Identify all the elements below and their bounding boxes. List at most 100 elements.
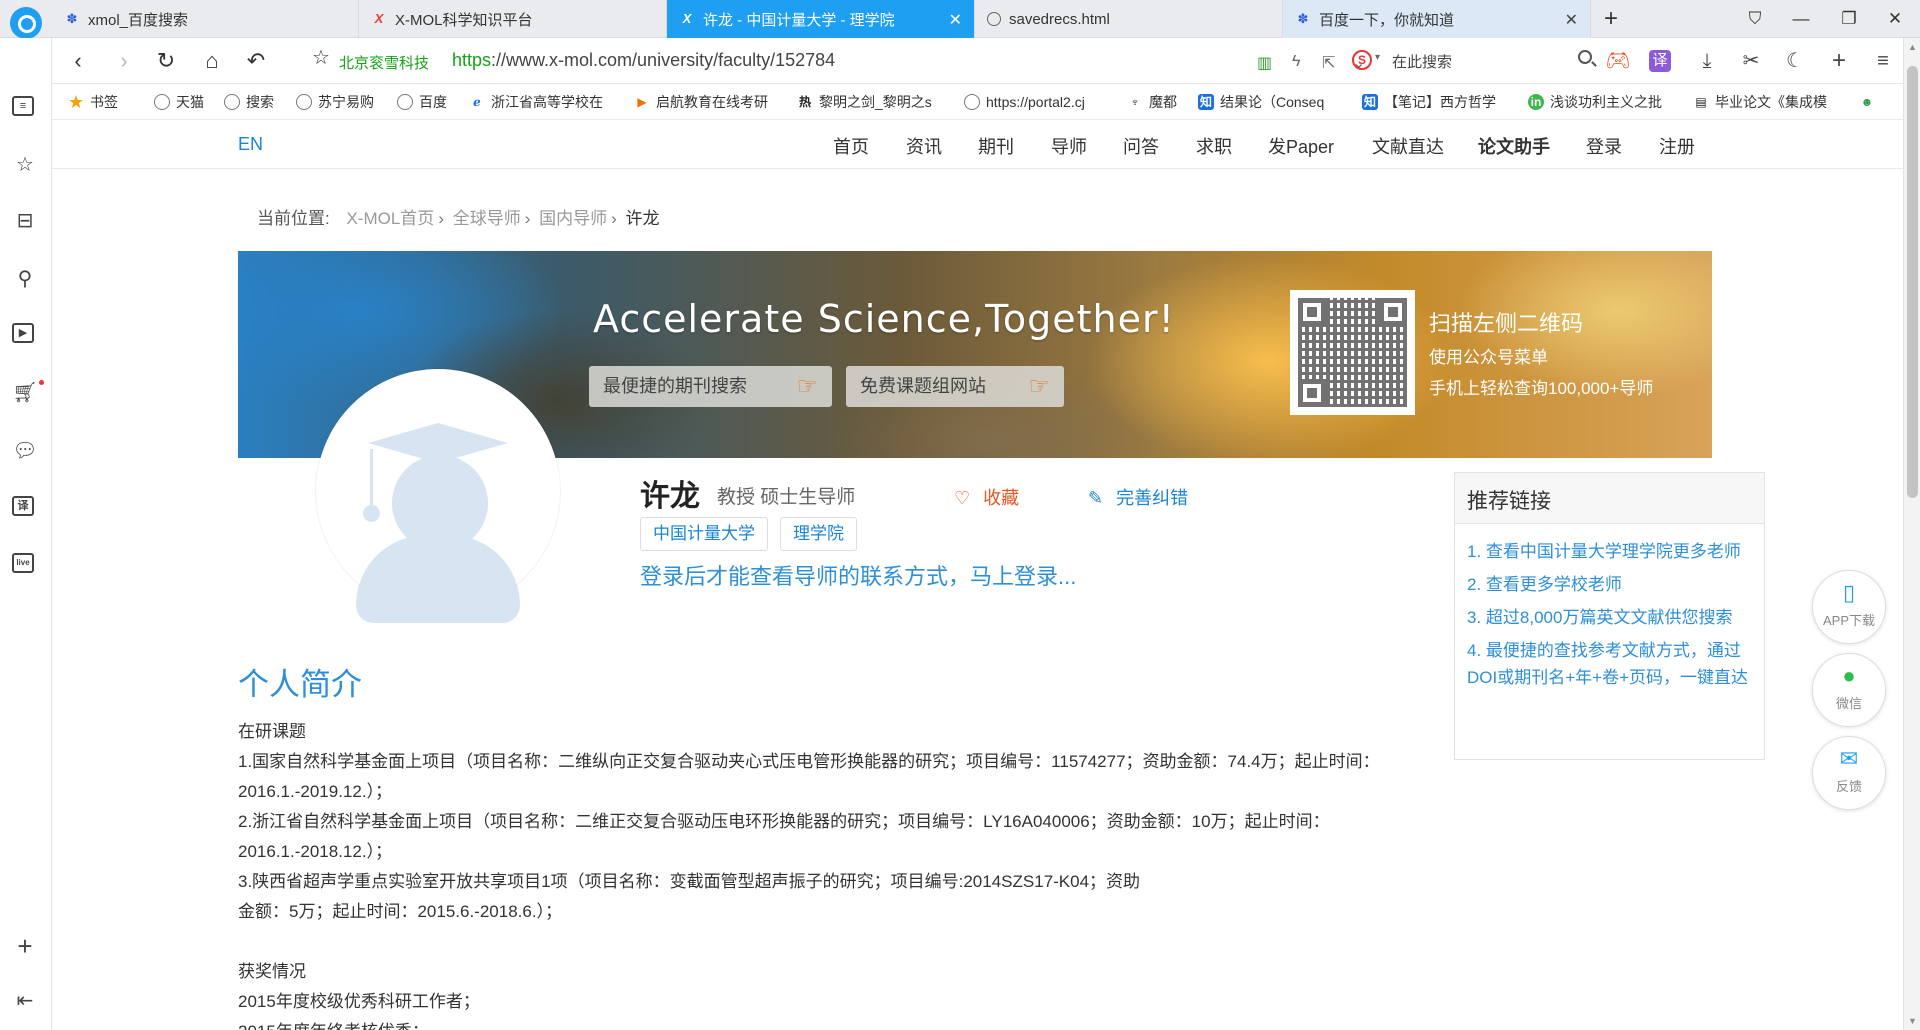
minimize-icon[interactable]: — (1788, 6, 1814, 32)
university-tag[interactable]: 中国计量大学 (640, 517, 768, 551)
download-icon[interactable]: ⤓ (1694, 48, 1720, 74)
recommended-link[interactable]: 3. 超过8,000万篇英文文献供您搜索 (1467, 604, 1752, 631)
nav-home[interactable]: 首页 (833, 133, 869, 159)
nav-news[interactable]: 资讯 (906, 133, 942, 159)
star-icon[interactable]: ☆ (12, 152, 38, 178)
add-icon[interactable]: + (12, 933, 38, 959)
menu-icon[interactable]: ≡ (1870, 48, 1896, 74)
bookmark-item[interactable]: 搜索 (224, 84, 292, 120)
college-tag[interactable]: 理学院 (780, 517, 857, 551)
chevron-down-icon[interactable]: ▾ (1375, 52, 1380, 63)
restore-icon[interactable]: ❐ (1836, 6, 1862, 32)
breadcrumb-global[interactable]: 全球导师 (453, 209, 521, 228)
forward-icon[interactable]: › (110, 47, 138, 75)
home-icon[interactable]: ⌂ (198, 47, 226, 75)
bookmark-item[interactable]: ℯ 浙江省高等学校在 (469, 84, 619, 120)
tab-5[interactable]: ✽ 百度一下，你就知道 ✕ (1283, 0, 1591, 38)
feedback-button[interactable]: ✉ 反馈 (1812, 736, 1886, 810)
search-input[interactable]: 在此搜索 (1392, 51, 1452, 72)
favorite-button[interactable]: ♡ 收藏 (954, 484, 1019, 510)
book-icon[interactable]: ⊟ (12, 208, 38, 234)
bookmark-item[interactable]: 知【笔记】西方哲学 (1362, 84, 1512, 120)
journal-search-button[interactable]: 最便捷的期刊搜索 ☞ (589, 366, 832, 407)
sogou-icon[interactable]: S (1352, 50, 1372, 70)
reload-icon[interactable]: ↻ (152, 47, 180, 75)
live-icon[interactable]: live (12, 553, 34, 573)
nav-qa[interactable]: 问答 (1123, 133, 1159, 159)
cart-icon[interactable]: 🛒︎ (12, 380, 38, 406)
back-icon[interactable]: ‹ (64, 47, 92, 75)
breadcrumb-domestic[interactable]: 国内导师 (539, 209, 607, 228)
intro-line: 获奖情况 (238, 962, 306, 981)
gamepad-icon[interactable]: 🎮︎ (1605, 48, 1631, 74)
recommended-link[interactable]: 2. 查看更多学校老师 (1467, 571, 1752, 598)
bookmark-item[interactable]: ▶ 启航教育在线考研 (634, 84, 784, 120)
bookmark-item[interactable]: 知结果论（Conseq (1198, 84, 1348, 120)
recommended-link[interactable]: 4. 最便捷的查找参考文献方式，通过DOI或期刊名+年+卷+页码，一键直达 (1467, 637, 1752, 691)
wechat-button[interactable]: ● 微信 (1812, 653, 1886, 727)
add-icon[interactable]: + (1826, 48, 1852, 74)
undo-icon[interactable]: ↶ (242, 47, 270, 75)
bookmark-item[interactable]: ▤ 毕业论文《集成模 (1693, 84, 1843, 120)
mail-icon: ✉ (1839, 746, 1859, 771)
chat-icon[interactable]: 💬︎ (12, 438, 38, 464)
login-prompt-link[interactable]: 登录后才能查看导师的联系方式，马上登录... (640, 559, 1076, 591)
moon-icon[interactable]: ☾ (1782, 48, 1808, 74)
close-icon[interactable]: ✕ (1565, 10, 1578, 30)
bookmark-item[interactable]: ★ 书签 (68, 84, 148, 120)
bookmark-star-icon[interactable]: ☆ (307, 44, 335, 72)
lang-switch-link[interactable]: EN (238, 134, 263, 155)
nav-jobs[interactable]: 求职 (1196, 133, 1232, 159)
collapse-sidebar-icon[interactable]: ⇤ (12, 988, 38, 1014)
translate-icon[interactable]: 译 (1649, 50, 1671, 72)
close-icon[interactable]: ✕ (949, 10, 962, 30)
tab-3-active[interactable]: X 许龙 - 中国计量大学 - 理学院 ✕ (667, 0, 975, 38)
app-download-button[interactable]: ▯ APP下载 (1812, 570, 1886, 644)
nav-register[interactable]: 注册 (1659, 133, 1695, 159)
window-close-icon[interactable]: ✕ (1882, 6, 1908, 32)
share-icon[interactable]: ⇱ (1322, 53, 1335, 73)
scroll-up-icon[interactable]: ▲ (1908, 42, 1917, 52)
bookmark-item[interactable]: 苏宁易购 (296, 84, 392, 120)
translate-icon[interactable]: 译 (12, 496, 34, 516)
nav-paper[interactable]: 发Paper (1268, 133, 1334, 159)
tab-4[interactable]: savedrecs.html (975, 0, 1283, 38)
bookmark-more-icon[interactable]: ☻ (1859, 84, 1881, 120)
reader-mode-icon[interactable]: ▥ (1257, 53, 1272, 73)
bookmark-item[interactable]: https://portal2.cj (964, 84, 1112, 120)
bookmark-item[interactable]: 热黎明之剑_黎明之s (797, 84, 945, 120)
lightning-icon[interactable]: ϟ (1292, 53, 1300, 71)
page-scrollbar[interactable]: ▲ ▼ (1903, 38, 1920, 1030)
site-verified-name: 北京衮雪科技 (339, 55, 430, 72)
recommended-links-panel: 推荐链接 1. 查看中国计量大学理学院更多老师 2. 查看更多学校老师 3. 超… (1454, 472, 1765, 760)
nav-journals[interactable]: 期刊 (978, 133, 1014, 159)
scrollbar-thumb[interactable] (1907, 66, 1918, 498)
scissors-icon[interactable]: ✂ (1738, 48, 1764, 74)
edit-correction-button[interactable]: ✎ 完善纠错 (1088, 484, 1188, 510)
new-tab-plus-icon[interactable]: + (1598, 6, 1624, 32)
browser-logo-icon[interactable] (10, 7, 42, 39)
search-box[interactable]: S ▾ 在此搜索 (1350, 46, 1598, 76)
bookmark-item[interactable]: ♆ 魔都 (1127, 84, 1195, 120)
address-bar[interactable]: ☆ 北京衮雪科技 https://www.x-mol.com/universit… (307, 41, 1365, 81)
bookmark-item[interactable]: in 浅谈功利主义之批 (1528, 84, 1678, 120)
nav-login[interactable]: 登录 (1586, 133, 1622, 159)
group-website-button[interactable]: 免费课题组网站 ☞ (846, 366, 1064, 407)
qr-code (1290, 290, 1415, 415)
nav-paper-assistant[interactable]: 论文助手 (1478, 133, 1550, 159)
bookmark-item[interactable]: 百度 (397, 84, 467, 120)
shirt-skin-icon[interactable]: ⛉ (1742, 6, 1768, 32)
tab-2[interactable]: X X-MOL科学知识平台 (359, 0, 667, 38)
video-icon[interactable]: ▶ (12, 323, 34, 343)
search-icon[interactable] (1578, 50, 1592, 64)
recommended-link[interactable]: 1. 查看中国计量大学理学院更多老师 (1467, 538, 1752, 565)
bookmark-item[interactable]: 天猫 (154, 84, 220, 120)
tab-1[interactable]: ✽ xmol_百度搜索 (52, 0, 359, 38)
intro-line: 在研课题 (238, 722, 306, 741)
breadcrumb-home[interactable]: X-MOL首页 (346, 209, 434, 228)
nav-supervisors[interactable]: 导师 (1051, 133, 1087, 159)
nav-literature[interactable]: 文献直达 (1372, 133, 1444, 159)
reader-icon[interactable]: ≡ (12, 96, 34, 116)
search-icon[interactable]: ⚲ (12, 266, 38, 292)
scroll-down-icon[interactable]: ▼ (1908, 1016, 1917, 1026)
